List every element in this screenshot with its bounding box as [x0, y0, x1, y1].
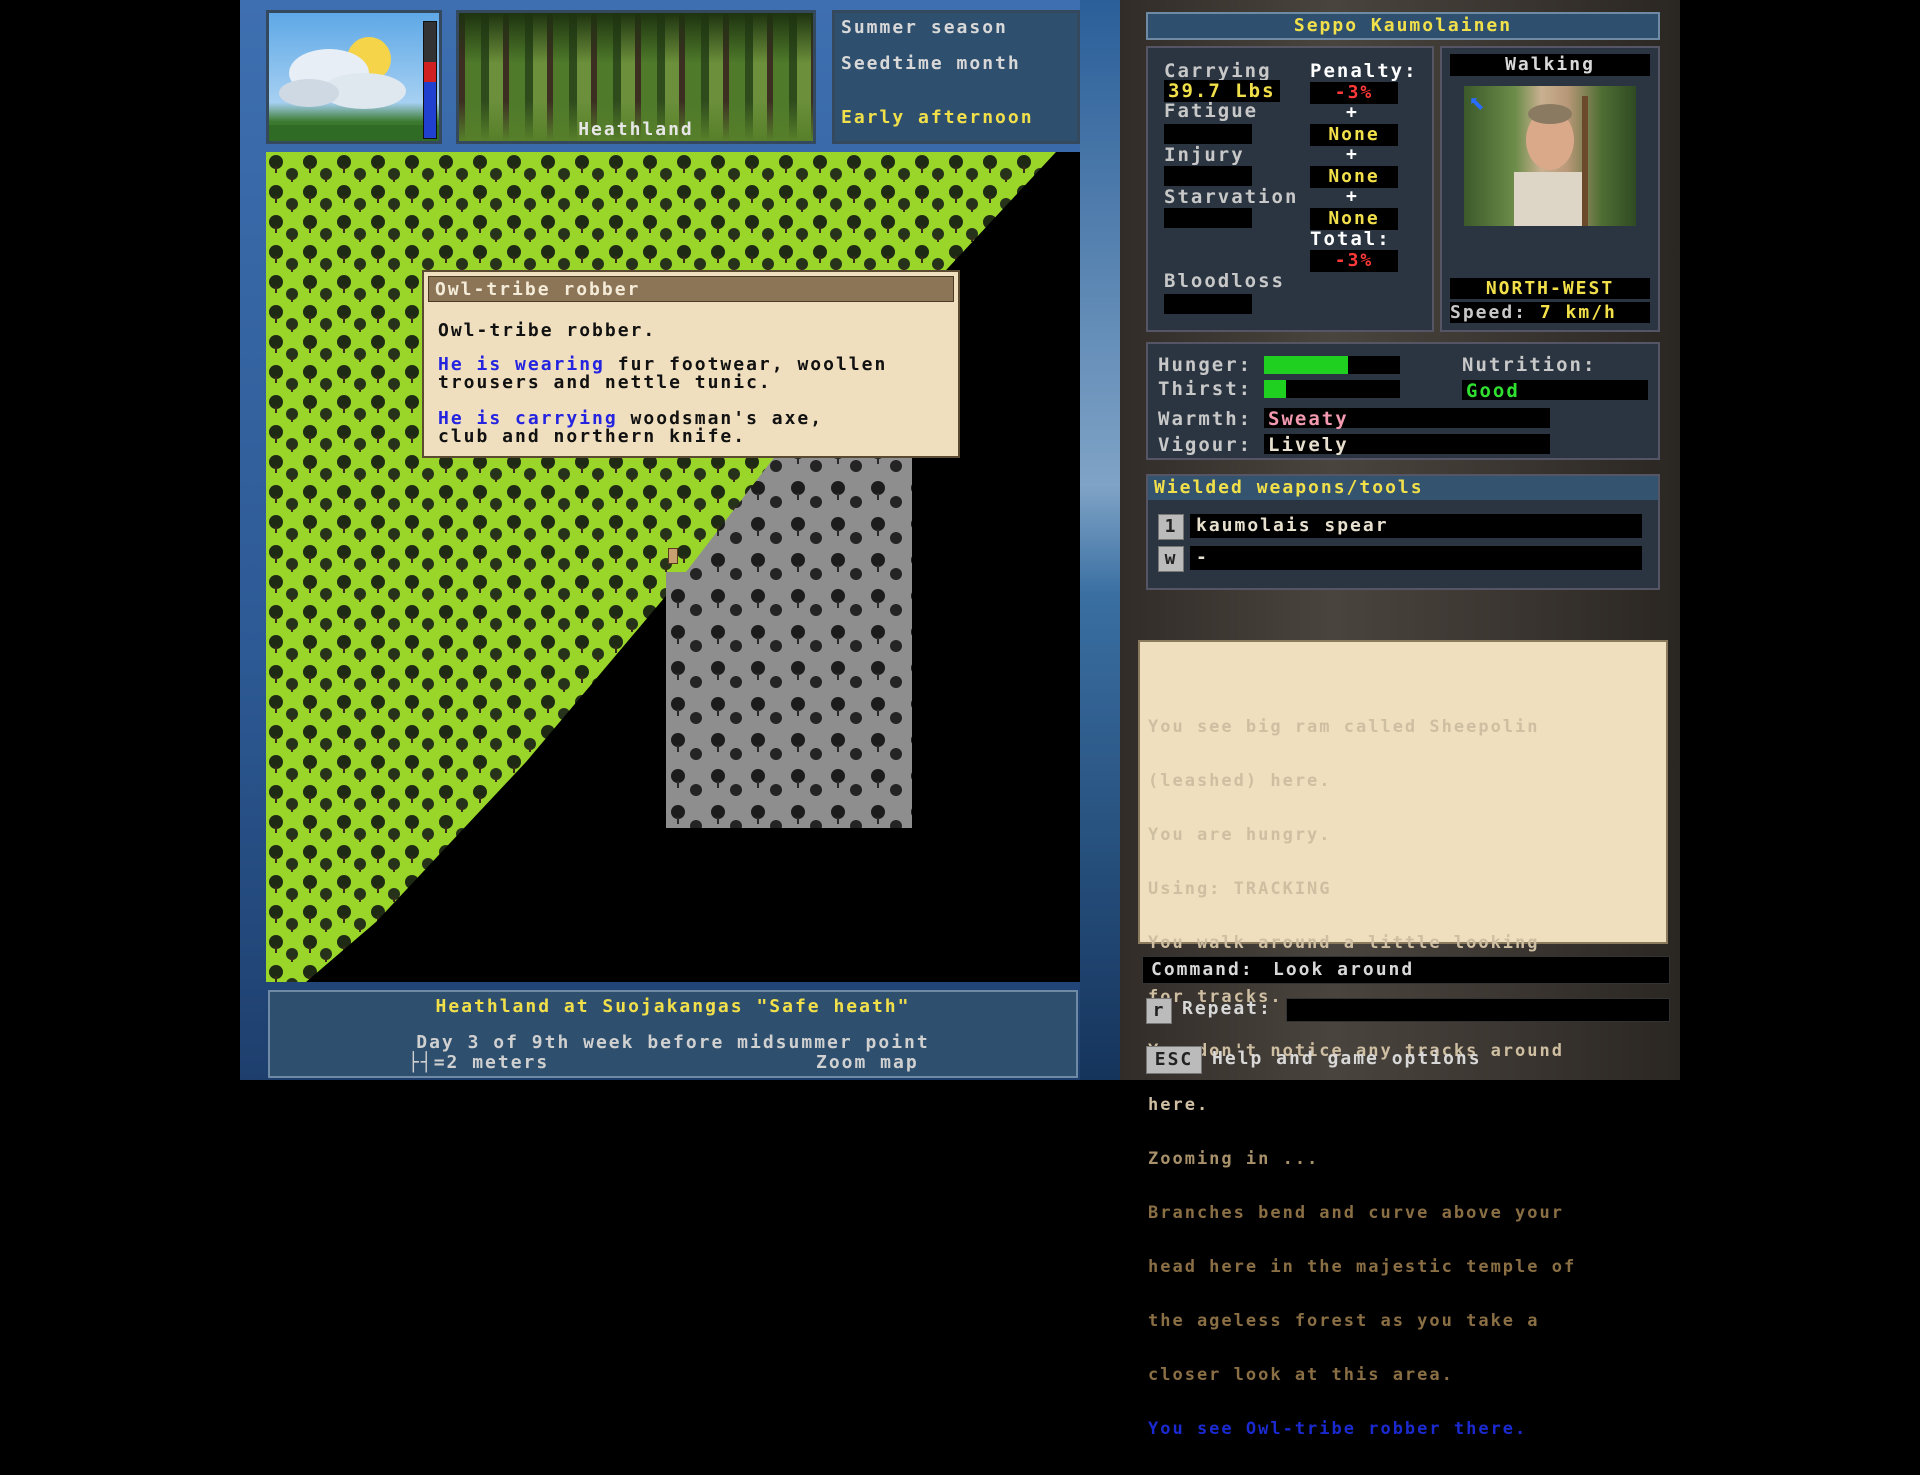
- weapon-slot-1[interactable]: kaumolais spear: [1190, 514, 1642, 538]
- fatigue-label: Fatigue: [1164, 100, 1259, 122]
- injury-value: None: [1310, 166, 1398, 188]
- zoom-map-button[interactable]: Zoom map: [816, 1052, 919, 1073]
- needs-panel: Hunger: Thirst: Nutrition: Good Warmth: …: [1146, 342, 1660, 460]
- nutrition-value: Good: [1462, 380, 1648, 402]
- help-label[interactable]: Help and game options: [1212, 1048, 1482, 1069]
- hunger-label: Hunger:: [1158, 354, 1253, 376]
- carrying-value: 39.7 Lbs: [1164, 80, 1280, 102]
- log-line: head here in the majestic temple of: [1148, 1257, 1577, 1277]
- season-text: Summer season: [841, 17, 1008, 38]
- log-line: closer look at this area.: [1148, 1365, 1454, 1385]
- thirst-label: Thirst:: [1158, 378, 1253, 400]
- warmth-value: Sweaty: [1264, 408, 1550, 430]
- player-marker: [668, 548, 678, 564]
- total-label: Total:: [1310, 228, 1391, 250]
- speed-label: Speed:: [1450, 302, 1528, 323]
- terrain-image-panel: Heathland: [456, 10, 816, 144]
- repeat-input[interactable]: [1286, 998, 1670, 1022]
- log-line: Using: TRACKING: [1148, 879, 1332, 899]
- total-value: -3%: [1310, 250, 1398, 272]
- movement-mode[interactable]: Walking: [1450, 54, 1650, 76]
- weather-icon: [269, 37, 439, 141]
- speed-value: 7 km/h: [1539, 302, 1617, 323]
- message-log-lines: You see big ram called Sheepolin (leashe…: [1148, 682, 1576, 1474]
- hunger-bar: [1264, 356, 1400, 374]
- log-line: You are hungry.: [1148, 825, 1332, 845]
- warmth-label: Warmth:: [1158, 408, 1253, 430]
- command-bar: Command: Look around: [1142, 956, 1670, 984]
- message-log: You see big ram called Sheepolin (leashe…: [1138, 640, 1668, 1438]
- weapon-slot-1-key[interactable]: 1: [1158, 514, 1184, 540]
- terrain-label: Heathland: [578, 119, 694, 140]
- bloodloss-bar: [1164, 294, 1252, 314]
- character-name-bar: Seppo Kaumolainen: [1146, 12, 1660, 40]
- weapon-slot-2-key[interactable]: w: [1158, 546, 1184, 572]
- direction-text: NORTH-WEST: [1450, 278, 1650, 299]
- location-name: Heathland at Suojakangas "Safe heath": [435, 996, 911, 1017]
- weapons-title: Wielded weapons/tools: [1148, 476, 1658, 500]
- vigour-value: Lively: [1264, 434, 1550, 456]
- log-line-latest: You see Owl-tribe robber there.: [1148, 1419, 1528, 1439]
- status-panel: Carrying 39.7 Lbs Penalty: -3% Fatigue +…: [1146, 46, 1434, 332]
- log-line: Branches bend and curve above your: [1148, 1203, 1564, 1223]
- lake-strip: [1080, 0, 1120, 1080]
- tooltip-title: Owl-tribe robber: [428, 276, 954, 302]
- scale-indicator: ├┤=2 meters: [408, 1052, 549, 1073]
- wearing-text-2: trousers and nettle tunic.: [438, 372, 772, 393]
- injury-bar: [1164, 166, 1252, 186]
- plus-1: +: [1346, 102, 1359, 123]
- portrait-panel: Walking ⬉ NORTH-WEST Speed: 7 km/h: [1440, 46, 1660, 332]
- repeat-label: Repeat:: [1182, 998, 1272, 1019]
- weapon-slot-2[interactable]: -: [1190, 546, 1642, 570]
- log-line: Zooming in ...: [1148, 1149, 1320, 1169]
- starvation-value: None: [1310, 208, 1398, 230]
- carrying-text-2: club and northern knife.: [438, 426, 747, 447]
- location-panel: Heathland at Suojakangas "Safe heath" Da…: [268, 990, 1078, 1078]
- month-text: Seedtime month: [841, 53, 1021, 74]
- starvation-bar: [1164, 208, 1252, 228]
- scale-text: =2 meters: [433, 1052, 550, 1073]
- character-name: Seppo Kaumolainen: [1293, 15, 1513, 36]
- scale-icon: ├┤: [408, 1052, 434, 1073]
- tooltip-carrying: He is carrying woodsman's axe, club and …: [438, 410, 823, 446]
- log-line: You walk around a little looking: [1148, 933, 1540, 953]
- log-line: (leashed) here.: [1148, 771, 1332, 791]
- weather-panel: [266, 10, 442, 144]
- season-panel: Summer season Seedtime month Early after…: [832, 10, 1080, 144]
- bloodloss-label: Bloodloss: [1164, 270, 1285, 292]
- injury-label: Injury: [1164, 144, 1245, 166]
- vigour-label: Vigour:: [1158, 434, 1253, 456]
- command-label: Command:: [1151, 959, 1254, 980]
- temperature-gauge: [423, 21, 437, 139]
- plus-3: +: [1346, 186, 1359, 207]
- plus-2: +: [1346, 144, 1359, 165]
- creature-tooltip: Owl-tribe robber Owl-tribe robber. He is…: [422, 270, 960, 458]
- tooltip-wearing: He is wearing fur footwear, woollen trou…: [438, 356, 887, 392]
- help-key[interactable]: ESC: [1146, 1046, 1202, 1074]
- thirst-bar: [1264, 380, 1400, 398]
- command-value: Look around: [1273, 959, 1415, 980]
- thirst-fill: [1264, 380, 1286, 398]
- time-of-day-text: Early afternoon: [841, 107, 1034, 128]
- penalty-value: -3%: [1310, 82, 1398, 104]
- nutrition-label: Nutrition:: [1462, 354, 1597, 376]
- fatigue-value: None: [1310, 124, 1398, 146]
- repeat-key[interactable]: r: [1146, 998, 1172, 1024]
- carrying-label: Carrying: [1164, 60, 1272, 82]
- weapons-panel: Wielded weapons/tools 1 kaumolais spear …: [1146, 474, 1660, 590]
- tooltip-body: Owl-tribe robber.: [438, 320, 657, 341]
- date-text: Day 3 of 9th week before midsummer point: [416, 1032, 930, 1053]
- portrait-figure: [1514, 96, 1588, 226]
- log-line: the ageless forest as you take a: [1148, 1311, 1540, 1331]
- speed-row: Speed: 7 km/h: [1450, 302, 1650, 323]
- hunger-fill: [1264, 356, 1349, 374]
- starvation-label: Starvation: [1164, 186, 1299, 208]
- direction-arrow-icon: ⬉: [1468, 87, 1485, 120]
- character-portrait: ⬉: [1464, 86, 1636, 226]
- penalty-label: Penalty:: [1310, 60, 1418, 82]
- log-line: You see big ram called Sheepolin: [1148, 717, 1540, 737]
- log-line: here.: [1148, 1095, 1210, 1115]
- fatigue-bar: [1164, 124, 1252, 144]
